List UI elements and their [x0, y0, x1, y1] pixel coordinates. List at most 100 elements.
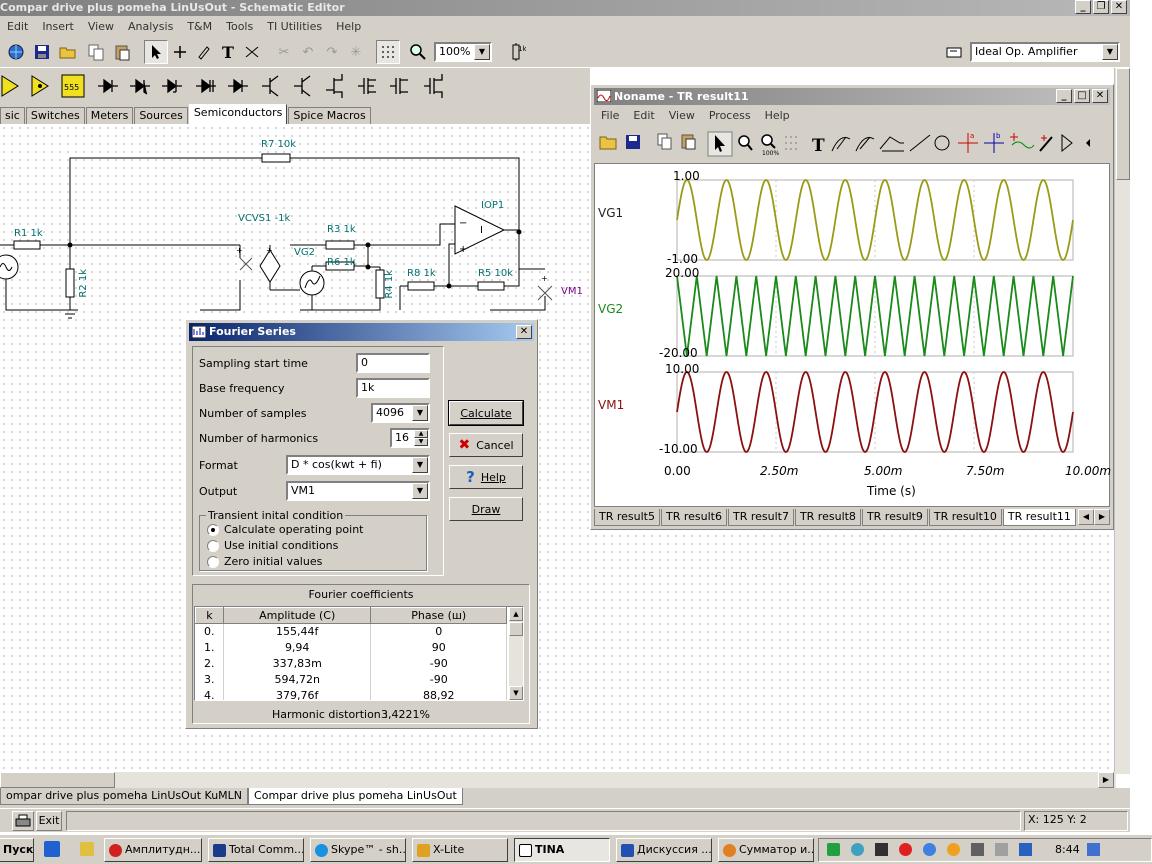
format-select[interactable]: D * cos(kwt + fi) ▼: [286, 455, 430, 475]
task-xlite[interactable]: X-Lite: [412, 838, 508, 862]
tab-switches[interactable]: Switches: [25, 107, 85, 124]
grapher-menu-view[interactable]: View: [662, 109, 702, 122]
tab-basic[interactable]: sic: [0, 107, 25, 124]
menu-edit[interactable]: Edit: [0, 20, 35, 33]
line-tool-icon[interactable]: [909, 134, 931, 152]
open-folder-icon[interactable]: [56, 40, 80, 64]
minimize-button[interactable]: _: [1075, 0, 1091, 14]
grapher-minimize-button[interactable]: _: [1056, 89, 1072, 103]
zoom-icon[interactable]: [406, 40, 430, 64]
tab-semiconductors[interactable]: Semiconductors: [188, 104, 288, 124]
hscroll-thumb[interactable]: [0, 772, 115, 788]
save-icon[interactable]: [626, 135, 640, 149]
undo-icon[interactable]: ↶: [296, 40, 320, 64]
diode-icon[interactable]: [98, 78, 118, 94]
paste-icon[interactable]: [681, 134, 696, 150]
menu-tm[interactable]: T&M: [180, 20, 219, 33]
stepper-up-icon[interactable]: ▲: [414, 430, 428, 438]
redo-icon[interactable]: ↷: [320, 40, 344, 64]
cursor-a-icon[interactable]: a: [958, 132, 978, 153]
opamp-yellow-icon[interactable]: [1, 75, 19, 97]
component-value-icon[interactable]: 1k: [504, 40, 528, 64]
select-arrow-icon[interactable]: [144, 40, 168, 64]
delete-wire-icon[interactable]: [240, 40, 264, 64]
tab-tr-result10[interactable]: TR result10: [928, 509, 1002, 526]
grid-icon[interactable]: [376, 40, 400, 64]
zoom-in-icon[interactable]: [738, 135, 753, 151]
tab-tr-result7[interactable]: TR result7: [727, 509, 794, 526]
probe-icon[interactable]: [1039, 135, 1053, 152]
tab-tr-result5[interactable]: TR result5: [594, 509, 660, 526]
pnp-transistor-icon[interactable]: [294, 75, 311, 97]
curve-label3-icon[interactable]: [879, 136, 904, 152]
tab-spice-macros[interactable]: Spice Macros: [288, 107, 371, 124]
save-icon[interactable]: [30, 40, 54, 64]
calculate-button[interactable]: Calculate: [448, 400, 524, 426]
mosfet-depletion-icon[interactable]: [424, 74, 443, 98]
tab-tr-result6[interactable]: TR result6: [660, 509, 727, 526]
task-tina[interactable]: TINA: [514, 838, 610, 862]
led-icon[interactable]: [228, 78, 248, 94]
scroll-right-arrow-icon[interactable]: ▶: [1098, 772, 1114, 788]
menu-insert[interactable]: Insert: [35, 20, 81, 33]
base-frequency-input[interactable]: 1k: [356, 378, 430, 398]
component-icon[interactable]: [942, 40, 966, 64]
tray-tools-icon[interactable]: [875, 843, 888, 856]
mosfet-p-icon[interactable]: [390, 78, 408, 94]
tab-tr-result9[interactable]: TR result9: [861, 509, 928, 526]
menu-view[interactable]: View: [81, 20, 121, 33]
open-globe-icon[interactable]: [4, 40, 28, 64]
radio-zero-initial[interactable]: [207, 556, 219, 568]
zoom-select[interactable]: 100% ▼: [434, 42, 492, 62]
horizontal-scrollbar[interactable]: ▶: [0, 772, 1116, 788]
scroll-up-icon[interactable]: ▲: [509, 607, 523, 621]
menu-help[interactable]: Help: [329, 20, 368, 33]
help-button[interactable]: ? Help: [449, 465, 523, 489]
show-desktop-icon[interactable]: [44, 841, 60, 857]
tray-network-icon[interactable]: [971, 843, 984, 856]
tab-tr-result8[interactable]: TR result8: [794, 509, 861, 526]
tab-scroll-right-icon[interactable]: ▶: [1094, 509, 1110, 525]
samples-select[interactable]: 4096 ▼: [371, 403, 430, 423]
print-icon[interactable]: [12, 811, 34, 831]
tray-check-icon[interactable]: [827, 843, 840, 856]
fourier-close-button[interactable]: ✕: [516, 325, 532, 339]
mosfet-n-icon[interactable]: [358, 78, 376, 94]
sheet-tab-kumln[interactable]: ompar drive plus pomeha LinUsOut KuMLN: [0, 788, 249, 805]
draw-button[interactable]: Draw: [449, 497, 523, 521]
grapher-menu-file[interactable]: File: [594, 109, 626, 122]
tab-sources[interactable]: Sources: [134, 107, 188, 124]
exit-button[interactable]: Exit: [36, 811, 62, 831]
tray-volume-icon[interactable]: [995, 843, 1008, 856]
open-folder-icon[interactable]: [599, 136, 617, 150]
zoom-100-icon[interactable]: 100%: [761, 134, 779, 157]
menu-ti-utilities[interactable]: TI Utilities: [260, 20, 329, 33]
plot-area[interactable]: 1.00 -1.00 VG1 20.00 -20.00 VG2 10.00 -1…: [594, 163, 1111, 507]
output-select[interactable]: VM1 ▼: [286, 481, 430, 501]
cut-icon[interactable]: ✂: [272, 40, 296, 64]
zener-diode-icon[interactable]: [130, 78, 150, 95]
radio-use-initial[interactable]: [207, 540, 219, 552]
grapher-maximize-button[interactable]: □: [1074, 89, 1090, 103]
tab-meters[interactable]: Meters: [85, 107, 134, 124]
start-button[interactable]: Пуск: [0, 838, 34, 862]
restore-button[interactable]: ❐: [1093, 0, 1109, 14]
text-tool-icon[interactable]: T: [812, 136, 825, 156]
scroll-down-icon[interactable]: ▼: [509, 686, 523, 700]
play-icon[interactable]: [1061, 133, 1073, 153]
text-tool-icon[interactable]: T: [216, 40, 240, 64]
copy-icon[interactable]: [84, 40, 108, 64]
menu-analysis[interactable]: Analysis: [121, 20, 180, 33]
menu-tools[interactable]: Tools: [219, 20, 260, 33]
grapher-menu-process[interactable]: Process: [702, 109, 758, 122]
tray-skype-icon[interactable]: [923, 843, 936, 856]
tray-display-icon[interactable]: [1019, 843, 1032, 856]
grapher-menu-help[interactable]: Help: [758, 109, 797, 122]
task-discussion[interactable]: Дискуссия ...: [616, 838, 712, 862]
npn-transistor-icon[interactable]: [262, 75, 279, 97]
timer-555-icon[interactable]: 555: [61, 74, 85, 98]
table-scrollbar[interactable]: ▲ ▼: [509, 607, 523, 700]
sampling-start-input[interactable]: 0: [356, 353, 430, 373]
curve-label-icon[interactable]: [831, 136, 851, 152]
tray-red-icon[interactable]: [899, 843, 912, 856]
